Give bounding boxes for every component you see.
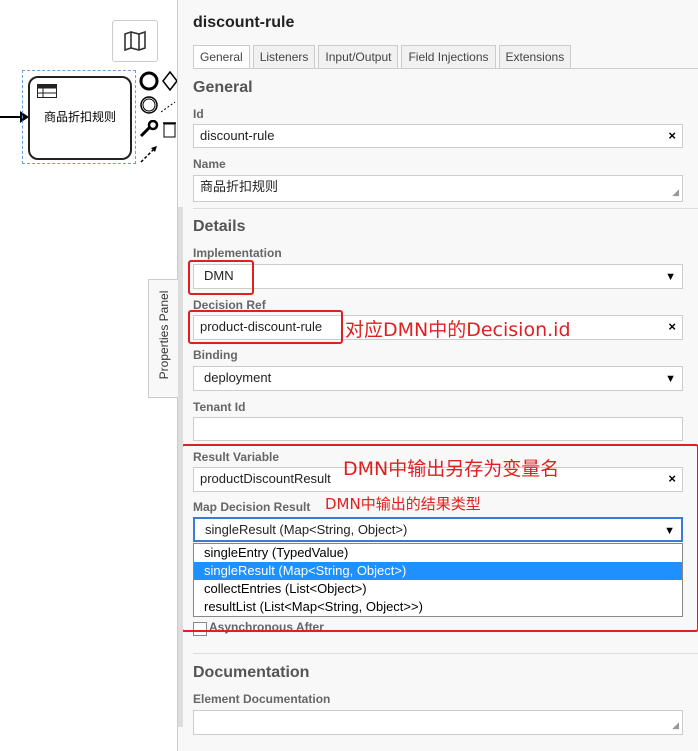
- properties-panel: discount-rule General Listeners Input/Ou…: [178, 0, 698, 751]
- end-event-icon[interactable]: [139, 71, 159, 91]
- wrench-icon[interactable]: [139, 120, 159, 138]
- minimap-toggle-button[interactable]: [112, 20, 158, 62]
- element-documentation-label: Element Documentation: [193, 692, 331, 706]
- result-variable-annotation: DMN中输出另存为变量名: [343, 458, 560, 480]
- clear-icon[interactable]: ×: [668, 319, 676, 335]
- gateway-icon[interactable]: [161, 71, 177, 91]
- scrollbar[interactable]: [178, 207, 183, 727]
- element-documentation-field[interactable]: ◢: [193, 710, 683, 735]
- chevron-down-icon: ▼: [665, 373, 676, 385]
- id-value: discount-rule: [200, 128, 275, 143]
- name-label: Name: [193, 157, 226, 171]
- binding-select[interactable]: deployment ▼: [193, 366, 683, 391]
- tenant-id-label: Tenant Id: [193, 400, 246, 414]
- connect-icon[interactable]: [139, 144, 159, 164]
- intermediate-event-icon[interactable]: [139, 95, 159, 115]
- diagram-canvas[interactable]: 商品折扣规则 Properties Panel: [0, 0, 179, 751]
- tabs-divider: [193, 68, 698, 69]
- text-annotation-icon[interactable]: [161, 100, 177, 114]
- group-divider: [193, 653, 698, 654]
- details-group-title: Details: [193, 218, 246, 235]
- table-icon: [37, 84, 57, 98]
- tab-field-injections[interactable]: Field Injections: [401, 45, 496, 69]
- resize-grip-icon[interactable]: ◢: [672, 184, 679, 200]
- implementation-label: Implementation: [193, 246, 282, 260]
- task-label: 商品折扣规则: [43, 110, 116, 124]
- tab-input-output[interactable]: Input/Output: [318, 45, 399, 69]
- general-group-title: General: [193, 79, 253, 96]
- panel-tabs: General Listeners Input/Output Field Inj…: [193, 45, 572, 69]
- documentation-group-title: Documentation: [193, 664, 310, 681]
- business-rule-task[interactable]: 商品折扣规则: [28, 76, 132, 160]
- decision-ref-annotation: 对应DMN中的Decision.id: [345, 319, 571, 341]
- decision-ref-highlight: [188, 310, 343, 344]
- properties-panel-toggle[interactable]: Properties Panel: [148, 279, 179, 398]
- implementation-select[interactable]: DMN ▼: [193, 264, 683, 289]
- chevron-down-icon: ▼: [665, 271, 676, 283]
- tenant-id-field[interactable]: [193, 417, 683, 441]
- clear-icon[interactable]: ×: [668, 128, 676, 144]
- name-value: 商品折扣规则: [200, 179, 279, 194]
- id-field[interactable]: discount-rule ×: [193, 124, 683, 148]
- binding-label: Binding: [193, 348, 238, 362]
- tab-general[interactable]: General: [193, 45, 250, 69]
- element-id-title: discount-rule: [193, 14, 295, 31]
- tab-listeners[interactable]: Listeners: [252, 45, 316, 69]
- group-divider: [193, 208, 698, 209]
- binding-value: deployment: [204, 370, 272, 385]
- trash-icon[interactable]: [163, 120, 177, 138]
- map-icon: [124, 30, 146, 52]
- tab-extensions[interactable]: Extensions: [498, 45, 572, 69]
- map-result-annotation: DMN中输出的结果类型: [325, 495, 481, 513]
- resize-grip-icon[interactable]: ◢: [672, 717, 679, 733]
- id-label: Id: [193, 107, 204, 121]
- properties-panel-tab-label: Properties Panel: [157, 290, 171, 380]
- name-field[interactable]: 商品折扣规则 ◢: [193, 175, 683, 202]
- implementation-highlight: [188, 260, 254, 295]
